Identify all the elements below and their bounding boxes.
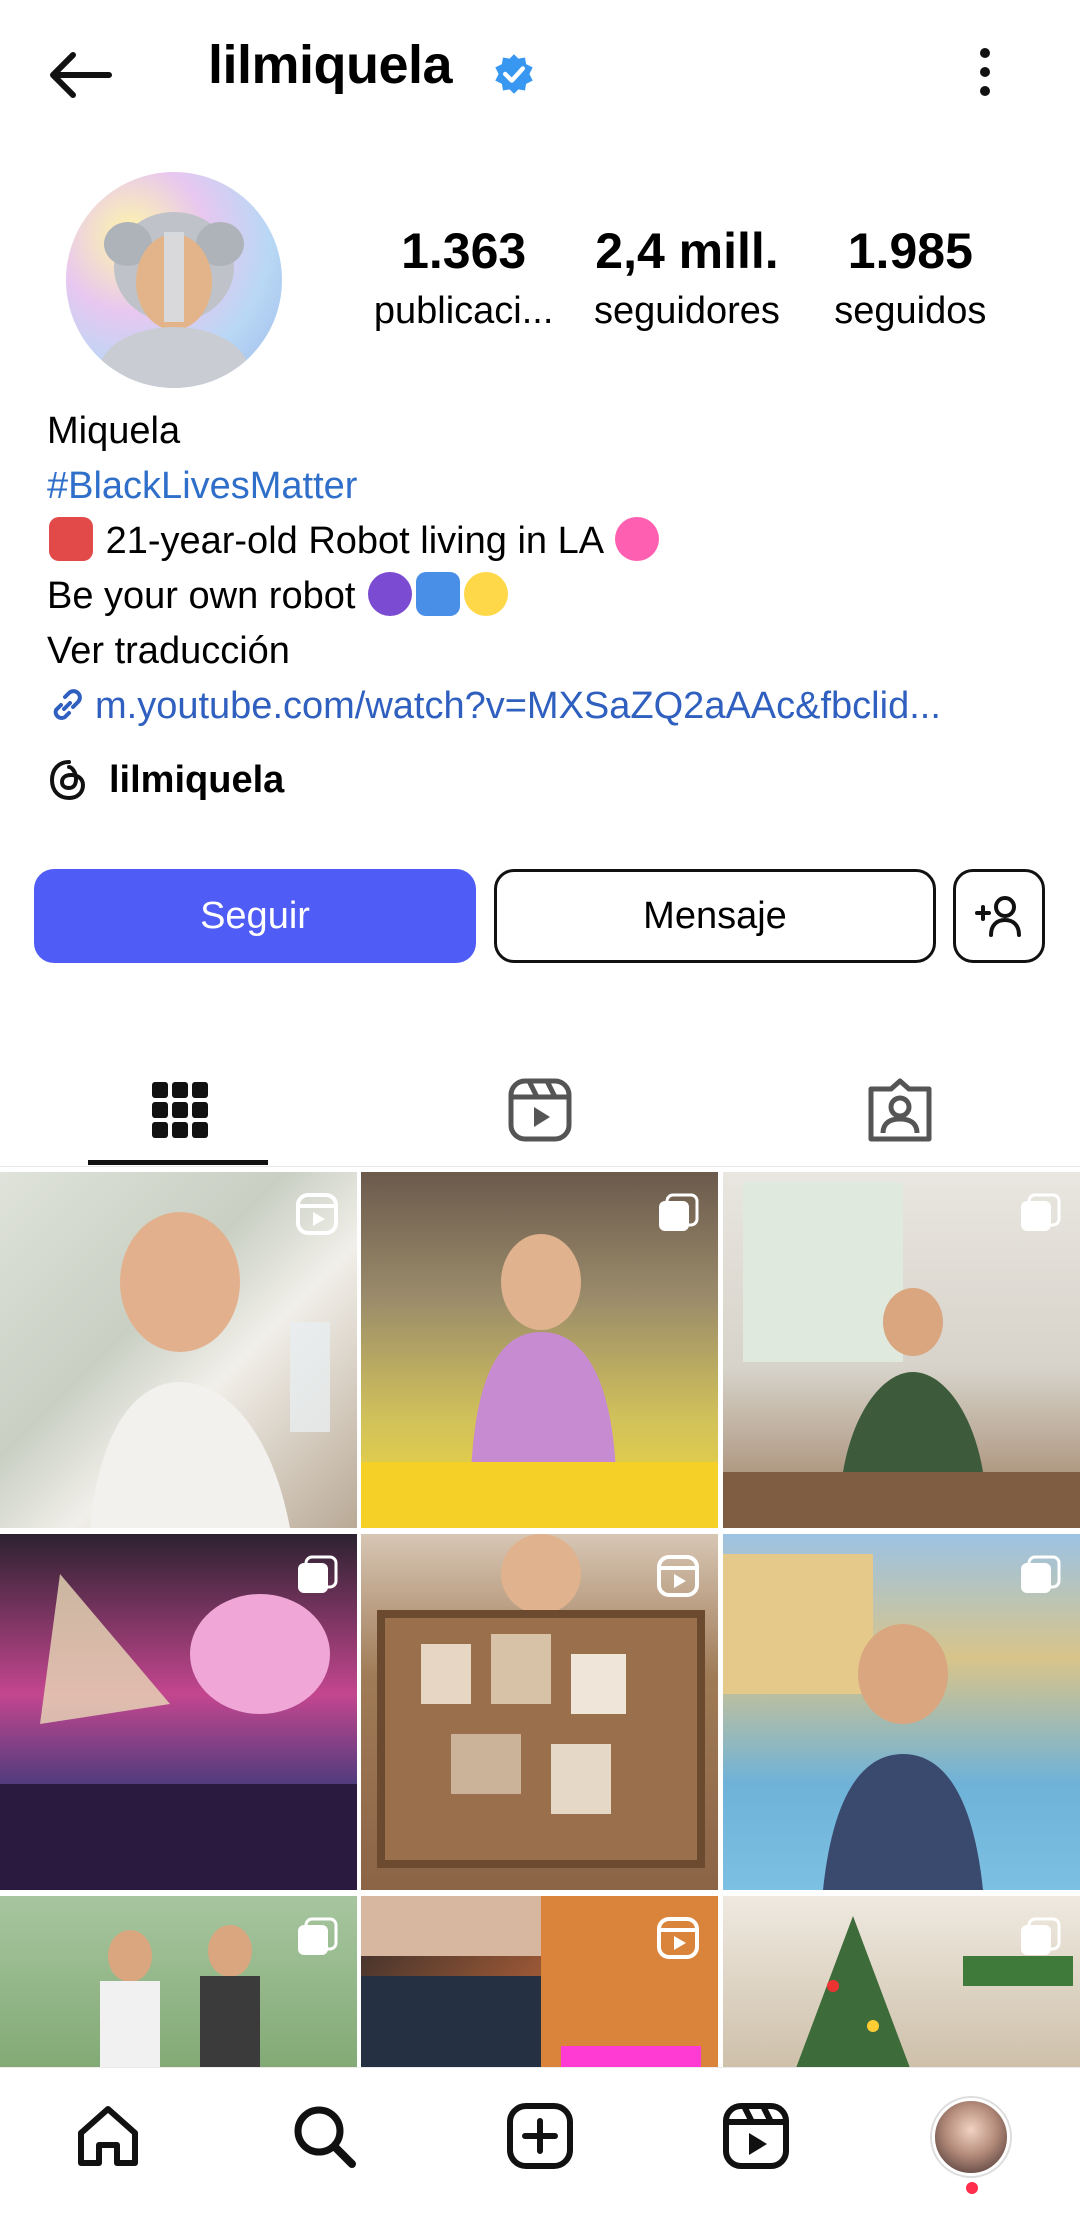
stat-label: seguidos [834, 290, 987, 332]
heart-emoji-icon [614, 517, 659, 561]
carousel-badge-icon [1021, 1917, 1061, 1955]
profile-stats: 1.363 publicaci... 2,4 mill. seguidores … [352, 222, 1022, 352]
tagged-icon [868, 1078, 932, 1142]
suggest-users-button[interactable] [953, 869, 1045, 963]
bio-line-2: Be your own robot [47, 569, 1037, 624]
bio-link[interactable]: m.youtube.com/watch?v=MXSaZQ2aAAc&fbclid… [47, 679, 1037, 734]
more-options-button[interactable] [960, 40, 1010, 104]
post-thumbnail[interactable] [361, 1896, 718, 2067]
message-button[interactable]: Mensaje [494, 869, 936, 963]
tab-tagged[interactable] [720, 1060, 1080, 1160]
nav-home[interactable] [68, 2096, 148, 2176]
bio-line-1: 21-year-old Robot living in LA [47, 514, 1037, 569]
nav-profile-avatar[interactable] [932, 2098, 1010, 2176]
bio-link-text: m.youtube.com/watch?v=MXSaZQ2aAAc&fbclid… [95, 685, 941, 727]
reel-badge-icon [657, 1917, 699, 1959]
post-thumbnail[interactable] [361, 1534, 718, 1890]
profile-tabs [0, 1040, 1080, 1170]
back-button[interactable] [40, 40, 120, 110]
post-thumbnail[interactable] [0, 1172, 357, 1528]
bio-hashtag[interactable]: #BlackLivesMatter [47, 459, 1037, 514]
bio-line-1-text: 21-year-old Robot living in LA [105, 520, 602, 562]
down-arrow-emoji-icon [415, 572, 460, 616]
grid-icon [152, 1082, 208, 1138]
stat-value: 1.363 [401, 223, 527, 279]
search-icon [294, 2106, 356, 2168]
sparkles-emoji-icon [463, 572, 508, 616]
follow-button[interactable]: Seguir [34, 869, 476, 963]
post-thumbnail[interactable] [361, 1172, 718, 1528]
back-arrow-icon [50, 52, 112, 98]
stat-posts[interactable]: 1.363 publicaci... [352, 222, 575, 352]
add-person-icon [975, 896, 1021, 937]
nav-search[interactable] [284, 2096, 364, 2176]
carousel-badge-icon [298, 1555, 338, 1593]
bottom-navigation [0, 2067, 1080, 2239]
active-tab-indicator [88, 1160, 268, 1165]
nav-create[interactable] [500, 2096, 580, 2176]
stat-label: publicaci... [373, 290, 554, 332]
nav-reels[interactable] [716, 2096, 796, 2176]
post-thumbnail[interactable] [723, 1896, 1080, 2067]
reel-badge-icon [657, 1555, 699, 1597]
devil-emoji-icon [367, 572, 412, 616]
stat-following[interactable]: 1.985 seguidos [799, 222, 1022, 352]
carousel-badge-icon [1021, 1193, 1061, 1231]
bio-line-2-text: Be your own robot [47, 575, 356, 617]
posts-grid [0, 1172, 1080, 2067]
link-icon [53, 689, 82, 721]
create-icon [507, 2103, 573, 2169]
notification-dot [966, 2182, 978, 2194]
carousel-badge-icon [298, 1917, 338, 1955]
threads-badge[interactable]: lilmiquela [47, 758, 284, 802]
stat-value: 1.985 [847, 223, 973, 279]
carousel-badge-icon [659, 1193, 699, 1231]
stat-label: seguidores [594, 290, 780, 332]
profile-header: lilmiquela [0, 0, 1080, 150]
tab-grid[interactable] [0, 1060, 360, 1160]
translate-link[interactable]: Ver traducción [47, 624, 1037, 679]
post-thumbnail[interactable] [723, 1534, 1080, 1890]
username-title: lilmiquela [208, 35, 453, 95]
post-thumbnail[interactable] [0, 1534, 357, 1890]
verified-badge-icon [495, 54, 533, 94]
stat-value: 2,4 mill. [595, 223, 779, 279]
home-icon [78, 2106, 138, 2166]
post-thumbnail[interactable] [0, 1896, 357, 2067]
tab-reels[interactable] [360, 1060, 720, 1160]
carousel-badge-icon [1021, 1555, 1061, 1593]
reels-icon [723, 2103, 789, 2169]
threads-handle: lilmiquela [109, 758, 285, 801]
profile-bio: Miquela #BlackLivesMatter 21-year-old Ro… [47, 404, 1037, 734]
stat-followers[interactable]: 2,4 mill. seguidores [575, 222, 798, 352]
reel-badge-icon [296, 1193, 338, 1235]
profile-avatar[interactable] [66, 172, 282, 388]
reels-icon [508, 1078, 572, 1142]
robot-emoji-icon [49, 517, 93, 561]
more-vertical-icon [980, 48, 990, 96]
post-thumbnail[interactable] [723, 1172, 1080, 1528]
profile-name: Miquela [47, 410, 181, 452]
tab-divider [0, 1166, 1080, 1167]
threads-icon [49, 760, 86, 801]
avatar-image [99, 212, 249, 388]
